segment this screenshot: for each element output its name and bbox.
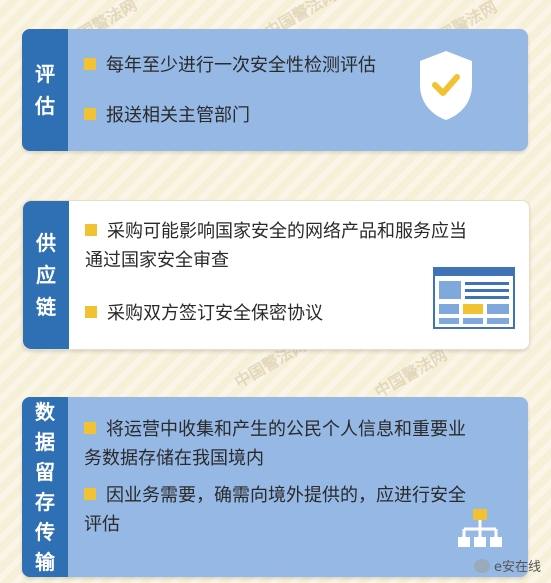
side-char: 估	[35, 94, 55, 118]
list-item: 因业务需要，确需向境外提供的，应进行安全	[84, 481, 466, 510]
side-char: 存	[35, 490, 55, 514]
item-text: 采购双方签订安全保密协议	[107, 303, 323, 324]
item-text: 将运营中收集和产生的公民个人信息和重要业	[106, 419, 466, 440]
item-text: 评估	[84, 514, 120, 535]
item-text: 报送相关主管部门	[106, 105, 250, 126]
item-text: 采购可能影响国家安全的网络产品和服务应当	[107, 221, 467, 242]
item-text: 因业务需要，确需向境外提供的，应进行安全	[106, 485, 466, 506]
list-item-continued: 务数据存储在我国境内	[84, 444, 264, 473]
side-char: 评	[35, 62, 55, 86]
watermark: 中国警法网	[371, 345, 451, 402]
item-text: 每年至少进行一次安全性检测评估	[106, 55, 376, 76]
browser-window-icon	[433, 267, 515, 329]
item-text: 务数据存储在我国境内	[84, 448, 264, 469]
list-item: 采购可能影响国家安全的网络产品和服务应当	[85, 217, 467, 246]
list-item: 将运营中收集和产生的公民个人信息和重要业	[84, 415, 466, 444]
bullet-icon	[84, 58, 96, 70]
side-char: 据	[35, 430, 55, 454]
side-char: 留	[35, 460, 55, 484]
card-side-label: 供 应 链	[23, 201, 69, 349]
shield-check-icon	[420, 51, 472, 120]
list-item: 每年至少进行一次安全性检测评估	[84, 51, 376, 80]
side-char: 应	[36, 263, 56, 287]
card-data-retention: 数 据 留 存 传 输 将运营中收集和产生的公民个人信息和重要业 务数据存储在我…	[22, 397, 528, 577]
wechat-icon	[474, 558, 490, 573]
item-text: 通过国家安全审查	[85, 250, 229, 271]
bullet-icon	[85, 224, 97, 236]
card-evaluation: 评 估 每年至少进行一次安全性检测评估 报送相关主管部门	[22, 29, 528, 151]
card-side-label: 数 据 留 存 传 输	[22, 397, 68, 577]
bullet-icon	[85, 306, 97, 318]
list-item: 报送相关主管部门	[84, 101, 250, 130]
side-char: 输	[35, 550, 55, 574]
bullet-icon	[84, 422, 96, 434]
list-item-continued: 评估	[84, 510, 120, 539]
card-side-label: 评 估	[22, 29, 68, 151]
list-item: 采购双方签订安全保密协议	[85, 299, 323, 328]
side-char: 传	[35, 520, 55, 544]
side-char: 链	[36, 295, 56, 319]
brand-text: e安在线	[494, 560, 541, 575]
bullet-icon	[84, 108, 96, 120]
bullet-icon	[84, 488, 96, 500]
side-char: 数	[35, 400, 55, 424]
hierarchy-icon	[458, 509, 502, 547]
list-item-continued: 通过国家安全审查	[85, 246, 229, 275]
card-supply-chain: 供 应 链 采购可能影响国家安全的网络产品和服务应当 通过国家安全审查 采购双方…	[22, 200, 530, 350]
side-char: 供	[36, 231, 56, 255]
brand-footer: e安在线	[474, 556, 541, 575]
